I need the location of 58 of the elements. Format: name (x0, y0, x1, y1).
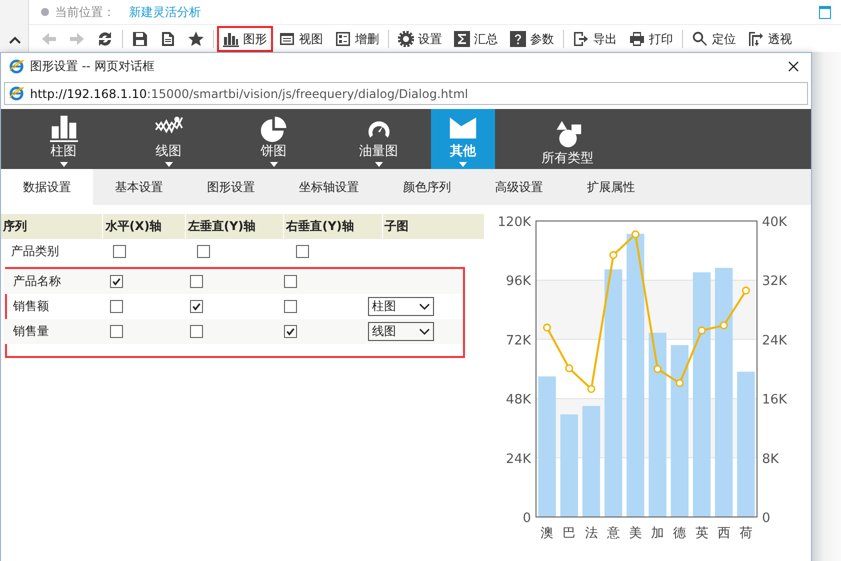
column-header: 水平(X)轴 (103, 214, 186, 239)
series-name: 销售量 (12, 323, 50, 340)
sub-chart-dropdown[interactable]: 柱图 (368, 297, 434, 316)
category-label: 美 (628, 526, 642, 541)
chart-type-tab[interactable]: 柱图 (11, 109, 116, 169)
category-label: 德 (673, 526, 686, 541)
axis-label: 8K (762, 452, 779, 467)
settings-tab[interactable]: 基本设置 (93, 169, 185, 205)
category-label: 澳 (540, 526, 554, 541)
toolbar-button[interactable]: 视图 (273, 26, 329, 52)
category-label: 加 (651, 526, 664, 541)
url-text: http://192.168.1.10:15000/smartbi/vision/js/freequery/dialog/Dialog.html (30, 86, 468, 100)
settings-tab[interactable]: 高级设置 (473, 169, 565, 205)
category-label: 意 (606, 526, 620, 541)
column-header: 子图 (382, 214, 485, 239)
axis-label: 96K (506, 274, 531, 290)
axis-label: 24K (762, 333, 788, 348)
axis-label: 16K (762, 392, 788, 408)
axis-label: 0 (762, 511, 770, 526)
settings-tab[interactable]: 颜色序列 (381, 169, 473, 205)
toolbar-button[interactable]: 图形 (217, 26, 273, 52)
axis-label: 40K (762, 215, 788, 230)
axis-label: 120K (498, 215, 531, 230)
category-label: 巴 (562, 526, 576, 541)
series-name: 销售额 (12, 298, 50, 315)
column-header: 右垂直(Y)轴 (284, 214, 383, 239)
dialog-title: 图形设置 -- 网页对话框 (30, 58, 154, 74)
category-label: 英 (695, 526, 708, 541)
chart-type-tab[interactable]: 饼图 (221, 109, 326, 169)
category-label: 西 (717, 526, 730, 541)
toolbar-button[interactable]: 导出 (567, 26, 623, 52)
toolbar-button[interactable]: 设置 (392, 26, 448, 52)
axis-label: 48K (506, 392, 531, 408)
series-name: 产品类别 (10, 243, 60, 260)
series-name: 产品名称 (12, 273, 62, 290)
toolbar-button[interactable]: 汇总 (448, 26, 504, 52)
toolbar-button[interactable]: 打印 (623, 26, 679, 52)
toolbar-button[interactable]: 参数 (504, 26, 560, 52)
axis-label: 32K (762, 274, 788, 290)
toolbar-button[interactable]: 增删 (329, 26, 385, 52)
location-label: 当前位置： (55, 4, 115, 20)
axis-label: 0 (522, 511, 531, 526)
settings-tab[interactable]: 数据设置 (1, 169, 93, 205)
chart-type-tab[interactable]: 所有类型 (515, 109, 620, 169)
settings-tab[interactable]: 图形设置 (185, 169, 277, 205)
axis-label: 24K (506, 452, 531, 467)
chart-type-tab[interactable]: 油量图 (326, 109, 431, 169)
category-label: 法 (584, 526, 598, 541)
settings-tab[interactable]: 坐标轴设置 (277, 169, 381, 205)
column-header: 序列 (1, 214, 104, 239)
toolbar-button[interactable]: 透视 (742, 26, 798, 52)
category-label: 荷 (739, 526, 752, 541)
settings-tab[interactable]: 扩展属性 (565, 169, 657, 205)
column-header: 左垂直(Y)轴 (186, 214, 284, 239)
sub-chart-dropdown[interactable]: 线图 (368, 322, 434, 341)
axis-label: 72K (506, 333, 531, 348)
toolbar-button[interactable]: 定位 (686, 26, 742, 52)
chart-type-tab[interactable]: 线图 (116, 109, 221, 169)
